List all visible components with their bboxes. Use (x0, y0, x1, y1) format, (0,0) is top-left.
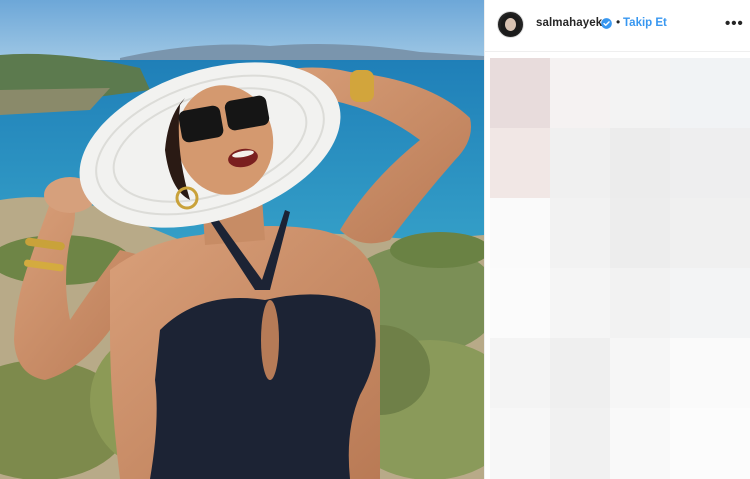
post-sidebar: salmahayek • Takip Et ••• (484, 0, 750, 479)
post-header: salmahayek • Takip Et ••• (485, 0, 750, 52)
photo-illustration (0, 0, 484, 479)
follow-button[interactable]: Takip Et (623, 17, 667, 29)
more-options-icon[interactable]: ••• (725, 15, 744, 32)
post-photo[interactable] (0, 0, 484, 479)
username-link[interactable]: salmahayek (536, 17, 602, 29)
avatar[interactable] (497, 11, 524, 38)
verified-badge-icon (601, 18, 612, 29)
separator-dot: • (616, 15, 621, 29)
comments-blurred (490, 58, 750, 479)
